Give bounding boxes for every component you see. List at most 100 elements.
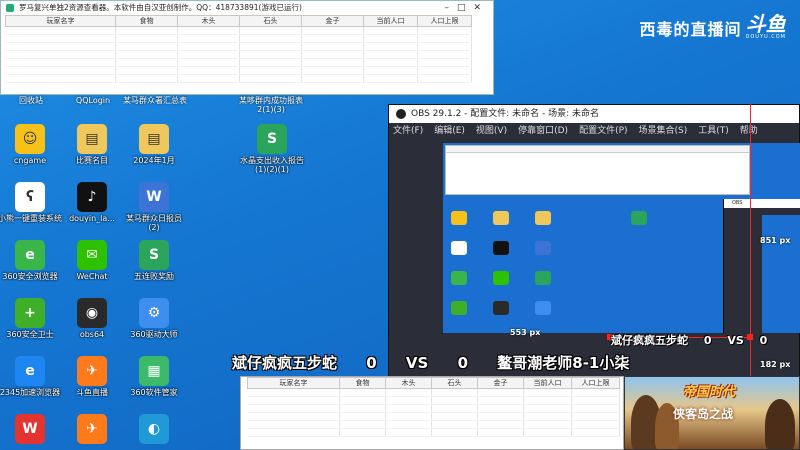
table-row[interactable] (247, 428, 620, 437)
desktop-icon[interactable]: ♪ douyin_la... (60, 182, 124, 240)
stream-room-name: 西毒的直播间 (639, 20, 742, 39)
preview-player1: 斌仔疯疯五步蛇 (611, 334, 688, 347)
menu-file[interactable]: 文件(F) (393, 123, 423, 140)
desktop-icon[interactable]: ☺ cngame (0, 124, 62, 182)
desktop-icon-recycle-bin[interactable]: 回收站 (0, 96, 66, 105)
browser-e-icon: e (15, 356, 45, 386)
preview-score1: 0 (703, 334, 712, 347)
resource-table-2: 玩家名字 食物 木头 石头 金子 当前人口 人口上限 (247, 377, 620, 437)
nested-icon (493, 271, 509, 285)
desktop-icon[interactable]: ✈ (60, 414, 124, 450)
tiktok-icon: ♪ (77, 182, 107, 212)
desktop-icon[interactable]: ◐ (122, 414, 186, 450)
desktop-icon[interactable]: S 五连败奖励 (122, 240, 186, 298)
player1-score: 0 (366, 354, 377, 372)
spreadsheet-icon: S (139, 240, 169, 270)
col-header[interactable]: 金子 (477, 377, 524, 389)
game-ad-banner[interactable]: 帝国时代 侠客岛之战 (624, 376, 800, 450)
desktop-icon[interactable]: S 水晶支出收入报告(1)(2)(1) (240, 124, 304, 182)
menu-view[interactable]: 视图(V) (476, 123, 507, 140)
table-row[interactable] (5, 26, 472, 35)
preview-vs: VS (727, 334, 744, 347)
col-header[interactable]: 食物 (339, 377, 386, 389)
desktop-icon-qqlogin[interactable]: QQLogin (58, 96, 128, 105)
desktop-icon[interactable]: +360安全卫士 (0, 298, 62, 356)
desktop-icon-label: douyin_la... (69, 214, 115, 223)
obs-logo-icon (396, 109, 406, 119)
table-row[interactable] (247, 404, 620, 413)
col-header[interactable]: 食物 (115, 15, 178, 27)
desktop-icon[interactable]: e 360安全浏览器 (0, 240, 62, 298)
nested-icon (451, 271, 467, 285)
desktop-icon[interactable]: ◉ obs64 (60, 298, 124, 356)
desktop-icon[interactable]: W 某马群众日报员(2) (122, 182, 186, 240)
menu-tools[interactable]: 工具(T) (698, 123, 729, 140)
menu-docks[interactable]: 停靠窗口(D) (518, 123, 568, 140)
col-header[interactable]: 玩家名字 (5, 15, 116, 27)
desktop-icon[interactable]: ✈ 斗鱼直播 (60, 356, 124, 414)
col-header[interactable]: 石头 (431, 377, 478, 389)
guide-distance-top: 851 px (760, 236, 791, 245)
nested-icon (631, 211, 647, 225)
folder-icon: ▤ (77, 124, 107, 154)
nested-icon (535, 211, 551, 225)
menu-edit[interactable]: 编辑(E) (434, 123, 465, 140)
table-row[interactable] (5, 34, 472, 43)
desktop-icon[interactable]: ✉ WeChat (60, 240, 124, 298)
col-header[interactable]: 人口上限 (571, 377, 620, 389)
douyu-logo-text: 斗鱼 (745, 12, 786, 36)
desktop-icon-report[interactable]: 某哆群内成功报表2(1)(3) (236, 96, 306, 114)
table-row[interactable] (5, 74, 472, 83)
col-header[interactable]: 木头 (385, 377, 432, 389)
nested-icon (535, 301, 551, 315)
resource-viewer-window[interactable]: 罗马复兴单独2资源查看器。本软件由自汉亚创制作。QQ：418733891(游戏已… (0, 0, 494, 95)
window-controls-icon[interactable]: –□✕ (444, 1, 489, 15)
col-header[interactable]: 石头 (239, 15, 302, 27)
desktop-icon[interactable]: ▤ 比赛名目 (60, 124, 124, 182)
obs-titlebar[interactable]: OBS 29.1.2 - 配置文件: 未命名 - 场景: 未命名 (389, 105, 799, 123)
table-row[interactable] (247, 412, 620, 421)
preview-score-overlay: 斌仔疯疯五步蛇 0 VS 0 (611, 332, 779, 348)
table-row[interactable] (247, 388, 620, 397)
col-header[interactable]: 金子 (301, 15, 364, 27)
menu-help[interactable]: 帮助 (740, 123, 758, 140)
ad-figure (765, 399, 795, 449)
guide-line-vertical (750, 104, 751, 394)
col-header[interactable]: 木头 (177, 15, 240, 27)
table-row[interactable] (247, 396, 620, 405)
gear-chip-icon: ⚙ (139, 298, 169, 328)
nested-icon (451, 211, 467, 225)
table-row[interactable] (5, 58, 472, 67)
table-row[interactable] (5, 50, 472, 59)
desktop-icon[interactable]: ʕ 小熊一键重装系统 (0, 182, 62, 240)
menu-scene-collection[interactable]: 场景集合(S) (639, 123, 688, 140)
resource-viewer-window-2[interactable]: 玩家名字 食物 木头 石头 金子 当前人口 人口上限 (240, 376, 624, 450)
stream-brand: 西毒的直播间 斗鱼 DOUYU.COM (639, 14, 786, 40)
desktop-icon-label: 比赛名目 (76, 156, 108, 165)
desktop-icon[interactable]: e 2345加速浏览器 (0, 356, 62, 414)
col-header[interactable]: 玩家名字 (247, 377, 340, 389)
desktop-icon[interactable]: ▦ 360软件管家 (122, 356, 186, 414)
app-grid-icon: ▦ (139, 356, 169, 386)
desktop-icon-summary[interactable]: 某马群众署汇总表 (120, 96, 190, 105)
edge-icon: ◐ (139, 414, 169, 444)
col-header[interactable]: 当前人口 (523, 377, 572, 389)
desktop-icon[interactable]: W (0, 414, 62, 450)
desktop-icon[interactable]: ⚙ 360驱动大师 (122, 298, 186, 356)
menu-profile[interactable]: 配置文件(P) (579, 123, 627, 140)
col-header[interactable]: 人口上限 (417, 15, 472, 27)
obs-preview-canvas[interactable]: OBS (443, 143, 800, 333)
obs-icon: ◉ (77, 298, 107, 328)
douyu-fish-icon: ✈ (77, 414, 107, 444)
table-row[interactable] (247, 420, 620, 429)
table-row[interactable] (5, 66, 472, 75)
resource-viewer-titlebar[interactable]: 罗马复兴单独2资源查看器。本软件由自汉亚创制作。QQ：418733891(游戏已… (1, 1, 493, 15)
desktop-icon[interactable]: ▤ 2024年1月 (122, 124, 186, 182)
guide-distance-left: 553 px (510, 328, 541, 337)
desktop-icon-label: 2345加速浏览器 (0, 388, 61, 397)
spreadsheet-icon: S (257, 124, 287, 154)
preview-score2: 0 (759, 334, 768, 347)
table-row[interactable] (5, 42, 472, 51)
col-header[interactable]: 当前人口 (363, 15, 418, 27)
wechat-icon: ✉ (77, 240, 107, 270)
